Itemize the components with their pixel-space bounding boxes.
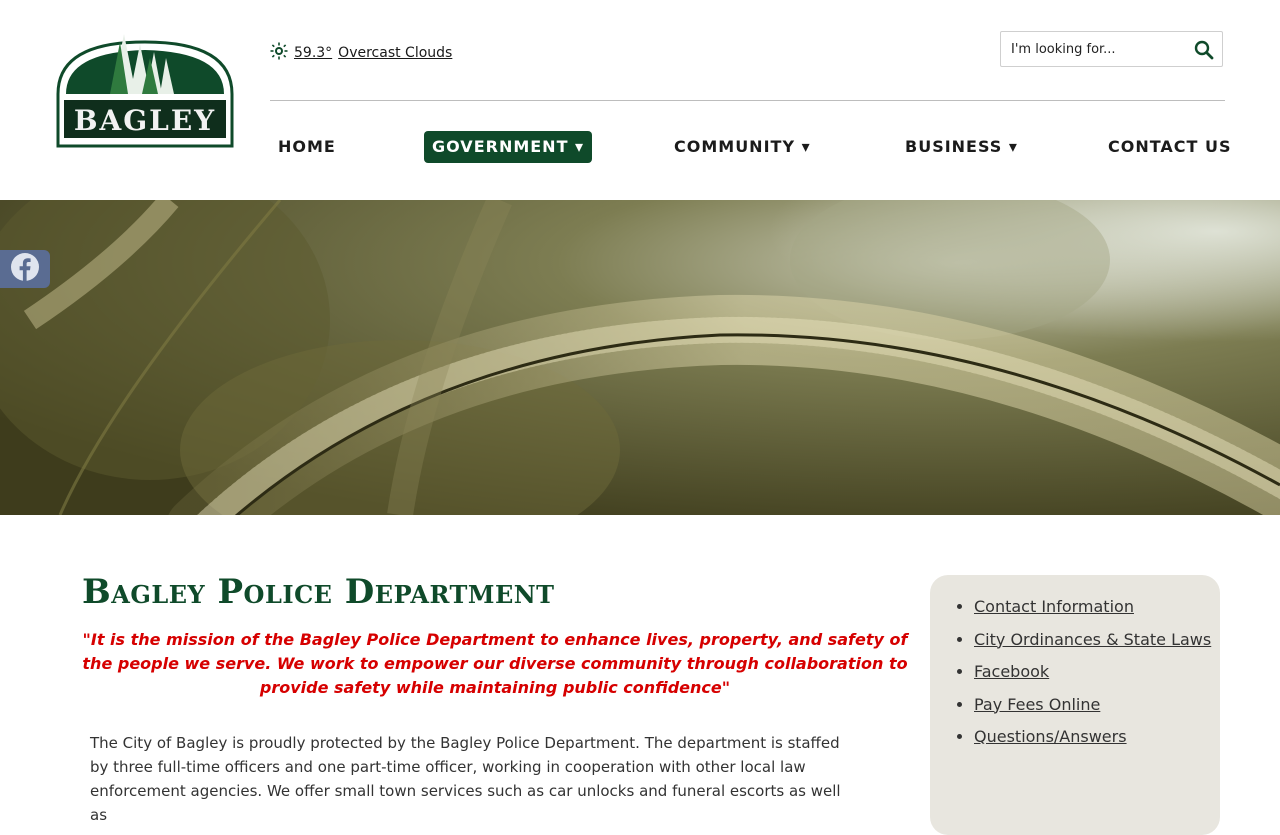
sidebar-link-list: Contact Information City Ordinances & St… bbox=[930, 575, 1220, 747]
logo-text: BAGLEY bbox=[74, 104, 216, 137]
weather-widget[interactable]: 59.3° Overcast Clouds bbox=[270, 42, 452, 64]
nav-home[interactable]: HOME bbox=[278, 131, 336, 163]
facebook-button[interactable] bbox=[0, 250, 50, 288]
link-questions-answers[interactable]: Questions/Answers bbox=[974, 727, 1127, 746]
search-input[interactable] bbox=[1001, 32, 1181, 66]
facebook-icon bbox=[10, 252, 40, 286]
sidebar-item: Facebook bbox=[974, 662, 1220, 682]
page-title: Bagley Police Department bbox=[82, 572, 555, 612]
search-box bbox=[1000, 31, 1223, 67]
sidebar-item: Pay Fees Online bbox=[974, 695, 1220, 715]
link-city-ordinances[interactable]: City Ordinances & State Laws bbox=[974, 630, 1211, 649]
link-facebook[interactable]: Facebook bbox=[974, 662, 1049, 681]
nav-community[interactable]: COMMUNITY ▾ bbox=[674, 131, 811, 163]
sidebar-links: Contact Information City Ordinances & St… bbox=[930, 575, 1220, 835]
bagley-logo[interactable]: BAGLEY bbox=[54, 32, 236, 148]
hero-banner-image bbox=[0, 200, 1280, 515]
nav-government[interactable]: GOVERNMENT ▾ bbox=[424, 131, 593, 163]
sidebar-item: City Ordinances & State Laws bbox=[974, 630, 1220, 650]
weather-temp[interactable]: 59.3° bbox=[294, 45, 332, 61]
mission-statement: "It is the mission of the Bagley Police … bbox=[82, 630, 908, 697]
sidebar-item: Contact Information bbox=[974, 597, 1220, 617]
weather-sun-icon bbox=[270, 42, 288, 64]
nav-business[interactable]: BUSINESS ▾ bbox=[905, 131, 1018, 163]
header-divider bbox=[270, 100, 1225, 101]
intro-paragraph: The City of Bagley is proudly protected … bbox=[90, 734, 841, 824]
weather-condition[interactable]: Overcast Clouds bbox=[338, 45, 452, 61]
link-pay-fees-online[interactable]: Pay Fees Online bbox=[974, 695, 1100, 714]
site-header: BAGLEY 59.3° Overcast Clouds I'm looking… bbox=[0, 0, 1280, 200]
nav-contact-us[interactable]: CONTACT US bbox=[1108, 131, 1232, 163]
link-contact-information[interactable]: Contact Information bbox=[974, 597, 1134, 616]
main-nav: HOME GOVERNMENT ▾ COMMUNITY ▾ BUSINESS ▾… bbox=[270, 131, 1231, 163]
sidebar-item: Questions/Answers bbox=[974, 727, 1220, 747]
search-icon[interactable] bbox=[1194, 40, 1214, 64]
